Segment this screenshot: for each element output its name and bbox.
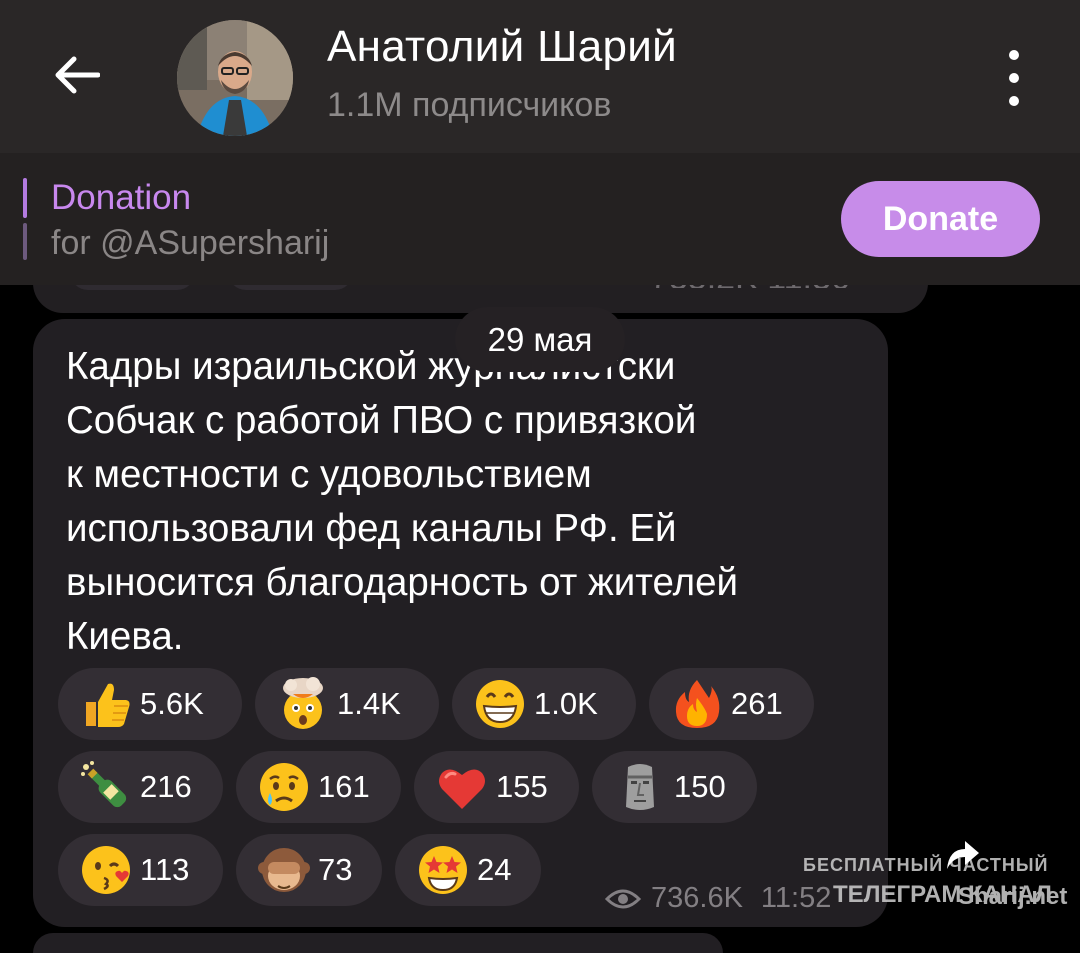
- watermark-line1: БЕСПЛАТНЫЙ ЧАСТНЫЙ: [803, 855, 1049, 875]
- pinned-title[interactable]: Donation: [51, 178, 191, 218]
- reaction-count: 216: [140, 769, 192, 804]
- watermark: БЕСПЛАТНЫЙ ЧАСТНЫЙ ТЕЛЕГРАМ КАНАЛ Sharij…: [803, 855, 1067, 910]
- grinning-face-icon: [476, 680, 524, 728]
- exploding-head-icon: [283, 677, 323, 729]
- reaction-kissing-face[interactable]: 113: [58, 834, 223, 906]
- champagne-icon: [81, 761, 127, 808]
- reaction-count: 1.0K: [534, 686, 598, 721]
- subscriber-count: 1.1M подписчиков: [327, 86, 612, 124]
- donate-button[interactable]: Donate: [841, 181, 1040, 257]
- reaction-exploding-head[interactable]: 1.4K: [255, 668, 439, 740]
- reaction-champagne[interactable]: 216: [58, 751, 223, 823]
- reaction-count: 24: [477, 852, 512, 887]
- reaction-crying-face[interactable]: 161: [236, 751, 401, 823]
- message-meta: 736.6K 11:52: [605, 882, 831, 915]
- channel-avatar[interactable]: [177, 20, 293, 136]
- more-menu-button[interactable]: [996, 50, 1032, 106]
- reaction-thumbs-up[interactable]: 5.6K: [58, 668, 242, 740]
- eye-icon: [605, 889, 641, 908]
- reaction-count: 261: [731, 686, 783, 721]
- red-heart-icon: [439, 769, 485, 809]
- reaction-star-struck[interactable]: 24: [395, 834, 541, 906]
- more-vertical-icon-dot: [1009, 73, 1019, 83]
- crying-face-icon: [260, 763, 308, 811]
- reaction-see-no-evil-monkey[interactable]: 73: [236, 834, 382, 906]
- reaction-count: 113: [140, 852, 190, 887]
- reaction-moai[interactable]: 150: [592, 751, 757, 823]
- fire-icon: [675, 680, 720, 728]
- reaction-count: 155: [496, 769, 548, 804]
- date-separator: 29 мая: [455, 307, 625, 372]
- reaction-grinning-face[interactable]: 1.0K: [452, 668, 636, 740]
- message-text: Кадры израильской журналистски Собчак с …: [66, 345, 738, 658]
- moai-icon: [626, 764, 654, 810]
- pinned-subtitle[interactable]: for @ASupersharij: [51, 224, 329, 263]
- reaction-count: 150: [674, 769, 726, 804]
- star-struck-icon: [419, 846, 467, 894]
- see-no-evil-monkey-icon: [258, 848, 310, 892]
- watermark-site: Sharij.net: [958, 883, 1068, 910]
- view-count: 736.6K: [651, 882, 743, 914]
- more-vertical-icon-dot: [1009, 96, 1019, 106]
- pinned-indicator: [23, 178, 27, 218]
- pinned-indicator: [23, 223, 27, 260]
- next-message-bubble: [33, 933, 723, 953]
- reaction-fire[interactable]: 261: [649, 668, 814, 740]
- share-forward-icon[interactable]: [943, 835, 983, 875]
- reaction-count: 161: [318, 769, 370, 804]
- avatar-photo: [177, 20, 293, 136]
- more-vertical-icon: [1009, 50, 1019, 60]
- reaction-red-heart[interactable]: 155: [414, 751, 579, 823]
- kissing-face-icon: [82, 846, 130, 894]
- reaction-count: 1.4K: [337, 686, 401, 721]
- reaction-count: 5.6K: [140, 686, 204, 721]
- arrow-left-icon: [55, 56, 100, 94]
- reaction-count: 73: [318, 852, 353, 887]
- channel-title[interactable]: Анатолий Шарий: [327, 22, 677, 72]
- thumbs-up-icon: [86, 683, 130, 727]
- back-button[interactable]: [48, 45, 104, 105]
